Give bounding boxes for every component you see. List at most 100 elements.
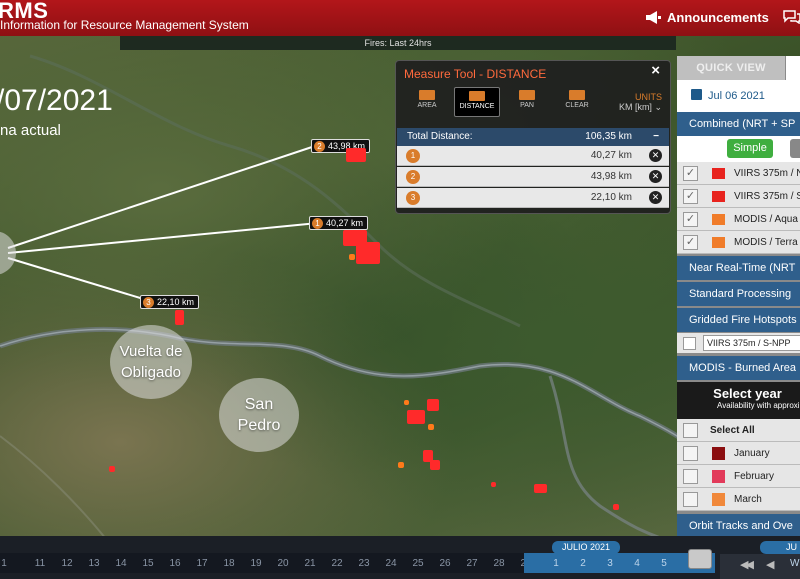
timeline-tick[interactable]: 20 xyxy=(271,558,295,569)
month-tick[interactable]: 4 xyxy=(625,558,649,569)
timeline-tick[interactable]: 28 xyxy=(487,558,511,569)
fire-hotspot[interactable] xyxy=(175,310,184,325)
close-icon[interactable]: × xyxy=(651,62,660,79)
fire-hotspot[interactable] xyxy=(613,504,619,510)
section-orbit-tracks[interactable]: Orbit Tracks and Ove xyxy=(677,514,800,538)
fire-hotspot[interactable] xyxy=(428,424,434,430)
segment-value: 43,98 km xyxy=(590,171,632,182)
date-picker[interactable]: Jul 06 2021 xyxy=(677,80,800,112)
advanced-button[interactable] xyxy=(790,139,800,158)
month-item[interactable]: February xyxy=(677,465,800,488)
collapse-button[interactable]: − xyxy=(653,128,659,146)
layer-item[interactable]: ✓ VIIRS 375m / N xyxy=(677,162,800,185)
timeline-tick[interactable]: 24 xyxy=(379,558,403,569)
timeline-tick[interactable]: 15 xyxy=(136,558,160,569)
tab-quick-view[interactable]: QUICK VIEW xyxy=(677,56,785,80)
fire-hotspot[interactable] xyxy=(407,410,425,424)
overlay-date-sub: na actual xyxy=(0,122,61,139)
month-checkbox[interactable] xyxy=(683,446,698,461)
month-tick[interactable]: 5 xyxy=(652,558,676,569)
layer-label: VIIRS 375m / S xyxy=(734,191,800,202)
month-tick[interactable]: 3 xyxy=(598,558,622,569)
fire-hotspot[interactable] xyxy=(534,484,547,493)
timeline-tick[interactable]: 26 xyxy=(433,558,457,569)
timeline-tick[interactable]: 18 xyxy=(217,558,241,569)
timeline-tick[interactable]: 16 xyxy=(163,558,187,569)
fire-hotspot[interactable] xyxy=(346,148,366,162)
layer-label: MODIS / Terra xyxy=(734,237,798,248)
layer-item[interactable]: ✓ MODIS / Aqua xyxy=(677,208,800,231)
timeline-tick[interactable]: 23 xyxy=(352,558,376,569)
segment-number: 1 xyxy=(406,149,420,163)
month-item[interactable]: January xyxy=(677,442,800,465)
simple-button[interactable]: Simple xyxy=(727,139,773,158)
fire-hotspot[interactable] xyxy=(356,242,380,264)
timeline-tick[interactable]: 14 xyxy=(109,558,133,569)
month-tick[interactable]: 2 xyxy=(571,558,595,569)
timeline-tick[interactable]: 13 xyxy=(82,558,106,569)
layer-item[interactable]: ✓ VIIRS 375m / S xyxy=(677,185,800,208)
gridded-checkbox[interactable] xyxy=(683,337,696,350)
timeline-tick[interactable]: 21 xyxy=(298,558,322,569)
layer-item[interactable]: ✓ MODIS / Terra xyxy=(677,231,800,254)
announcements-label: Announcements xyxy=(667,10,769,25)
timeline-tick[interactable]: 27 xyxy=(460,558,484,569)
fire-hotspot[interactable] xyxy=(427,399,439,411)
area-tool-button[interactable]: AREA xyxy=(404,87,450,117)
gridded-row: VIIRS 375m / S-NPP xyxy=(677,333,800,353)
timeline-handle[interactable] xyxy=(688,549,712,569)
distance-pin-1[interactable]: 1 40,27 km xyxy=(309,216,369,230)
layer-swatch xyxy=(712,214,725,225)
fire-hotspot[interactable] xyxy=(349,254,355,260)
month-item[interactable]: March xyxy=(677,488,800,511)
section-standard-processing[interactable]: Standard Processing xyxy=(677,282,800,306)
timeline[interactable]: 1111213141516171819202122232425262728293… xyxy=(0,536,800,579)
select-all-checkbox[interactable] xyxy=(683,423,698,438)
chat-button[interactable] xyxy=(783,10,800,24)
month-checkbox[interactable] xyxy=(683,492,698,507)
month-swatch xyxy=(712,493,725,506)
section-gridded-hotspots[interactable]: Gridded Fire Hotspots xyxy=(677,308,800,332)
layer-checkbox[interactable]: ✓ xyxy=(683,189,698,204)
layer-checkbox[interactable]: ✓ xyxy=(683,212,698,227)
timeline-tick[interactable]: 22 xyxy=(325,558,349,569)
fire-hotspot[interactable] xyxy=(491,482,496,487)
layer-checkbox[interactable]: ✓ xyxy=(683,166,698,181)
distance-pin-3[interactable]: 3 22,10 km xyxy=(140,295,200,309)
select-year-title: Select year xyxy=(713,386,782,401)
pan-tool-button[interactable]: PAN xyxy=(504,87,550,117)
segment-value: 40,27 km xyxy=(590,150,632,161)
announcements-button[interactable]: Announcements xyxy=(645,10,769,25)
layer-checkbox[interactable]: ✓ xyxy=(683,235,698,250)
fire-hotspot[interactable] xyxy=(109,466,115,472)
month-label: JULIO 2021 xyxy=(552,541,620,554)
select-all-row[interactable]: Select All xyxy=(677,419,800,442)
timeline-tick[interactable]: 12 xyxy=(55,558,79,569)
fire-hotspot[interactable] xyxy=(404,400,409,405)
section-nrt[interactable]: Near Real-Time (NRT xyxy=(677,256,800,280)
month-tick[interactable]: 1 xyxy=(544,558,568,569)
step-back-icon[interactable]: ◀◀ xyxy=(740,558,754,571)
units-select[interactable]: UNITS KM [km] ⌄ xyxy=(619,92,662,113)
timeline-tick[interactable]: 25 xyxy=(406,558,430,569)
fire-hotspot[interactable] xyxy=(430,460,440,470)
play-back-icon[interactable]: ◀ xyxy=(766,558,775,571)
section-burned-area[interactable]: MODIS - Burned Area xyxy=(677,356,800,380)
timeline-tick[interactable]: 17 xyxy=(190,558,214,569)
gridded-source-select[interactable]: VIIRS 375m / S-NPP xyxy=(703,335,800,351)
distance-tool-button[interactable]: DISTANCE xyxy=(454,87,500,117)
pin-number: 3 xyxy=(143,296,154,308)
section-combined[interactable]: Combined (NRT + SP xyxy=(677,112,800,136)
timeline-tick[interactable]: 1 xyxy=(0,558,16,569)
timeline-tick[interactable]: 11 xyxy=(28,558,52,569)
remove-icon[interactable]: ✕ xyxy=(649,191,662,204)
remove-icon[interactable]: ✕ xyxy=(649,170,662,183)
clear-tool-button[interactable]: CLEAR xyxy=(554,87,600,117)
announcement-icon xyxy=(646,11,661,24)
fire-hotspot[interactable] xyxy=(398,462,404,468)
timeline-tick[interactable]: 19 xyxy=(244,558,268,569)
tab-other[interactable] xyxy=(786,56,800,80)
month-checkbox[interactable] xyxy=(683,469,698,484)
remove-icon[interactable]: ✕ xyxy=(649,149,662,162)
layer-swatch xyxy=(712,237,725,248)
